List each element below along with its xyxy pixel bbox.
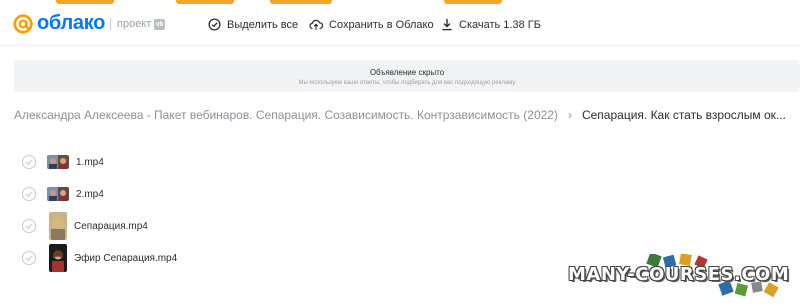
project-badge: проект vk — [110, 18, 166, 30]
cloud-logo[interactable]: облако — [12, 12, 105, 35]
breadcrumb-parent-link[interactable]: Александра Алексеева - Пакет вебинаров. … — [14, 108, 558, 122]
cloud-upload-icon — [309, 19, 323, 30]
file-checkbox[interactable] — [22, 251, 36, 265]
check-icon — [25, 191, 33, 197]
check-icon — [25, 223, 33, 229]
download-button[interactable]: Скачать 1.38 ГБ — [441, 18, 541, 31]
project-label: проект — [117, 18, 152, 30]
breadcrumb: Александра Алексеева - Пакет вебинаров. … — [14, 108, 786, 122]
logo-text: облако — [37, 12, 106, 34]
file-checkbox[interactable] — [22, 155, 36, 169]
ad-banner: Объявление скрыто Мы используем ваши отв… — [14, 60, 800, 92]
check-circle-icon — [208, 18, 221, 31]
save-to-cloud-label: Сохранить в Облако — [329, 18, 434, 31]
video-thumbnail — [47, 187, 69, 201]
check-icon — [25, 159, 33, 165]
at-sign-icon — [13, 13, 33, 34]
top-header: облако проект vk Выделить все Сохранить … — [0, 4, 800, 46]
video-thumbnail — [47, 155, 69, 169]
breadcrumb-current: Сепарация. Как стать взрослым ок... — [581, 108, 786, 122]
ad-title: Объявление скрыто — [369, 68, 445, 77]
file-checkbox[interactable] — [22, 187, 36, 201]
file-name: 2.mp4 — [76, 188, 104, 200]
save-to-cloud-button[interactable]: Сохранить в Облако — [309, 18, 434, 31]
check-icon — [25, 255, 33, 261]
ad-subtitle: Мы используем ваши ответы, чтобы подбира… — [298, 80, 516, 86]
vk-badge-icon: vk — [154, 18, 166, 30]
divider — [110, 18, 111, 30]
select-all-button[interactable]: Выделить все — [208, 18, 298, 31]
video-thumbnail — [49, 244, 67, 272]
file-name: 1.mp4 — [76, 156, 104, 168]
video-thumbnail — [49, 212, 67, 240]
select-all-label: Выделить все — [227, 18, 299, 31]
file-row[interactable]: Сепарация.mp4 — [22, 212, 422, 240]
file-name: Эфир Сепарация.mp4 — [74, 252, 178, 264]
chevron-right-icon: › — [567, 108, 572, 122]
file-name: Сепарация.mp4 — [74, 220, 148, 232]
watermark: MANY-COURSES.COM — [560, 254, 790, 298]
file-row[interactable]: Эфир Сепарация.mp4 — [22, 244, 422, 272]
download-label: Скачать 1.38 ГБ — [459, 18, 541, 31]
file-row[interactable]: 2.mp4 — [22, 180, 422, 208]
download-icon — [442, 18, 452, 31]
file-checkbox[interactable] — [22, 219, 36, 233]
file-row[interactable]: 1.mp4 — [22, 148, 422, 176]
watermark-text: MANY-COURSES.COM — [568, 264, 790, 285]
